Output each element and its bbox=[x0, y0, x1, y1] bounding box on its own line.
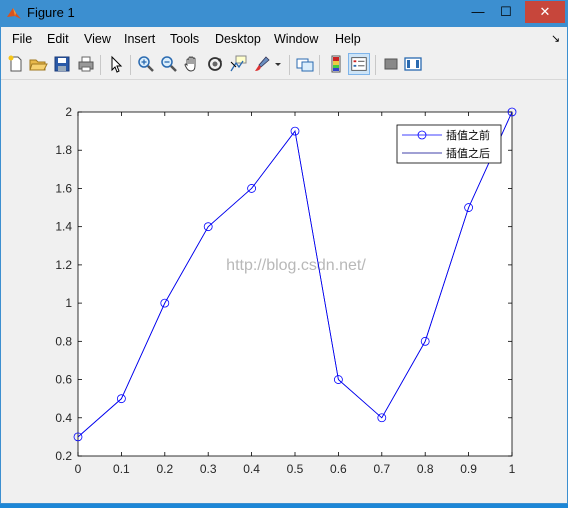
menu-file[interactable]: File bbox=[12, 32, 32, 46]
edit-plot-arrow-icon[interactable] bbox=[106, 54, 126, 74]
toolbar-separator bbox=[289, 55, 290, 75]
x-tick-label: 0 bbox=[75, 462, 82, 476]
close-button[interactable]: ✕ bbox=[525, 1, 565, 23]
open-file-icon[interactable] bbox=[28, 54, 48, 74]
x-tick-label: 1 bbox=[509, 462, 516, 476]
figure-window: Figure 1 — ☐ ✕ File Edit View Insert Too… bbox=[0, 0, 568, 504]
y-tick-label: 1 bbox=[65, 296, 72, 310]
y-tick-label: 0.8 bbox=[55, 334, 72, 348]
axes-plot[interactable]: 0.2 0.4 0.6 0.8 1 1.2 1.4 1.6 1.8 2 0 0.1 0.2 0.3 0.4… bbox=[1, 80, 567, 503]
save-icon[interactable] bbox=[52, 54, 72, 74]
watermark-text: http://blog.csdn.net/ bbox=[226, 257, 366, 274]
figure-toolbar bbox=[1, 51, 567, 80]
zoom-in-icon[interactable] bbox=[136, 54, 156, 74]
x-tick-label: 0.1 bbox=[113, 462, 130, 476]
link-plot-icon[interactable] bbox=[295, 54, 315, 74]
insert-legend-icon[interactable] bbox=[348, 53, 370, 75]
toolbar-separator bbox=[130, 55, 131, 75]
x-tick-label: 0.4 bbox=[243, 462, 260, 476]
menu-edit[interactable]: Edit bbox=[47, 32, 69, 46]
toolbar-separator bbox=[375, 55, 376, 75]
pan-hand-icon[interactable] bbox=[182, 54, 202, 74]
x-tick-label: 0.3 bbox=[200, 462, 217, 476]
x-tick-label: 0.7 bbox=[373, 462, 390, 476]
y-tick-label: 0.4 bbox=[55, 411, 72, 425]
y-tick-label: 2 bbox=[65, 105, 72, 119]
x-tick-label: 0.6 bbox=[330, 462, 347, 476]
print-icon[interactable] bbox=[76, 54, 96, 74]
menu-view[interactable]: View bbox=[84, 32, 111, 46]
y-tick-label: 1.8 bbox=[55, 143, 72, 157]
minimize-button[interactable]: — bbox=[463, 1, 493, 23]
rotate-3d-icon[interactable] bbox=[205, 54, 225, 74]
toolbar-separator bbox=[319, 55, 320, 75]
brush-dropdown-icon[interactable] bbox=[272, 54, 284, 74]
hide-plot-tools-icon[interactable] bbox=[381, 54, 401, 74]
new-figure-icon[interactable] bbox=[6, 54, 26, 74]
x-tick-label: 0.5 bbox=[287, 462, 304, 476]
x-tick-label: 0.9 bbox=[460, 462, 477, 476]
data-cursor-icon[interactable] bbox=[228, 54, 248, 74]
menu-tools[interactable]: Tools bbox=[170, 32, 199, 46]
y-tick-label: 0.6 bbox=[55, 373, 72, 387]
legend[interactable]: 插值之前 插值之后 bbox=[396, 124, 502, 164]
window-title: Figure 1 bbox=[27, 5, 75, 20]
y-tick-label: 1.6 bbox=[55, 181, 72, 195]
y-tick-label: 1.4 bbox=[55, 220, 72, 234]
axes-box bbox=[77, 111, 513, 457]
dock-arrow-icon[interactable]: ↘ bbox=[551, 32, 560, 45]
toolbar-separator bbox=[100, 55, 101, 75]
legend-label-after: 插值之后 bbox=[446, 146, 490, 160]
menu-bar: File Edit View Insert Tools Desktop Wind… bbox=[1, 28, 567, 50]
y-tick-label: 0.2 bbox=[55, 449, 72, 463]
matlab-logo-icon bbox=[7, 8, 21, 19]
menu-help[interactable]: Help bbox=[335, 32, 361, 46]
brush-icon[interactable] bbox=[252, 54, 272, 74]
maximize-button[interactable]: ☐ bbox=[491, 1, 521, 23]
insert-colorbar-icon[interactable] bbox=[326, 54, 346, 74]
zoom-out-icon[interactable] bbox=[159, 54, 179, 74]
show-plot-tools-icon[interactable] bbox=[403, 54, 423, 74]
y-tick-label: 1.2 bbox=[55, 258, 72, 272]
x-tick-label: 0.2 bbox=[156, 462, 173, 476]
figure-canvas[interactable]: 0.2 0.4 0.6 0.8 1 1.2 1.4 1.6 1.8 2 0 0.1 0.2 0.3 0.4… bbox=[1, 80, 567, 503]
legend-label-before: 插值之前 bbox=[446, 128, 490, 142]
menu-desktop[interactable]: Desktop bbox=[215, 32, 261, 46]
title-bar[interactable]: Figure 1 — ☐ ✕ bbox=[1, 1, 567, 27]
menu-insert[interactable]: Insert bbox=[124, 32, 155, 46]
menu-window[interactable]: Window bbox=[274, 32, 318, 46]
x-tick-label: 0.8 bbox=[417, 462, 434, 476]
